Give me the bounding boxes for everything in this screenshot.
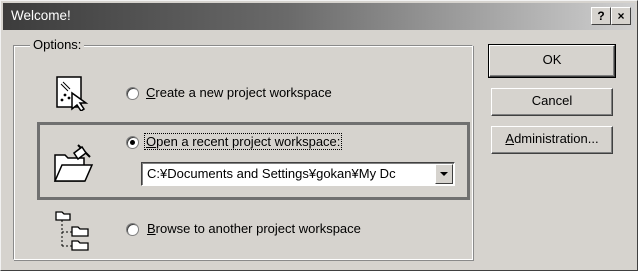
- open-recent-label[interactable]: Open a recent project workspace:: [143, 133, 343, 150]
- recent-workspace-path: C:¥Documents and Settings¥gokan¥My Dc: [147, 166, 396, 181]
- open-label-text: pen a recent project workspace:: [156, 134, 341, 149]
- browse-label-text: rowse to another project workspace: [155, 221, 361, 236]
- cancel-button[interactable]: Cancel: [491, 88, 613, 116]
- ok-button[interactable]: OK: [488, 44, 616, 78]
- dropdown-arrow-icon[interactable]: [435, 164, 453, 184]
- open-recent-radio[interactable]: [126, 136, 139, 149]
- create-workspace-label[interactable]: Create a new project workspace: [146, 85, 332, 100]
- admin-mnemonic: A: [505, 131, 515, 146]
- new-workspace-icon: [56, 76, 89, 111]
- create-mnemonic: C: [146, 85, 156, 100]
- options-legend: Options:: [30, 37, 85, 52]
- browse-workspace-label[interactable]: Browse to another project workspace: [147, 221, 361, 236]
- create-workspace-radio[interactable]: [126, 87, 139, 100]
- folder-tree-icon: [55, 211, 89, 251]
- help-button[interactable]: ?: [591, 7, 611, 25]
- close-button[interactable]: ×: [611, 7, 631, 25]
- window-title: Welcome!: [11, 8, 71, 23]
- administration-button[interactable]: Administration...: [491, 126, 613, 154]
- create-label-text: reate a new project workspace: [155, 85, 332, 100]
- title-bar[interactable]: Welcome! ? ×: [3, 3, 635, 30]
- open-mnemonic: O: [146, 134, 157, 149]
- recent-workspace-dropdown[interactable]: C:¥Documents and Settings¥gokan¥My Dc: [141, 162, 455, 186]
- browse-mnemonic: B: [147, 221, 156, 236]
- admin-label-text: dministration...: [514, 131, 599, 146]
- open-folder-icon: [53, 144, 94, 182]
- browse-workspace-radio[interactable]: [126, 223, 139, 236]
